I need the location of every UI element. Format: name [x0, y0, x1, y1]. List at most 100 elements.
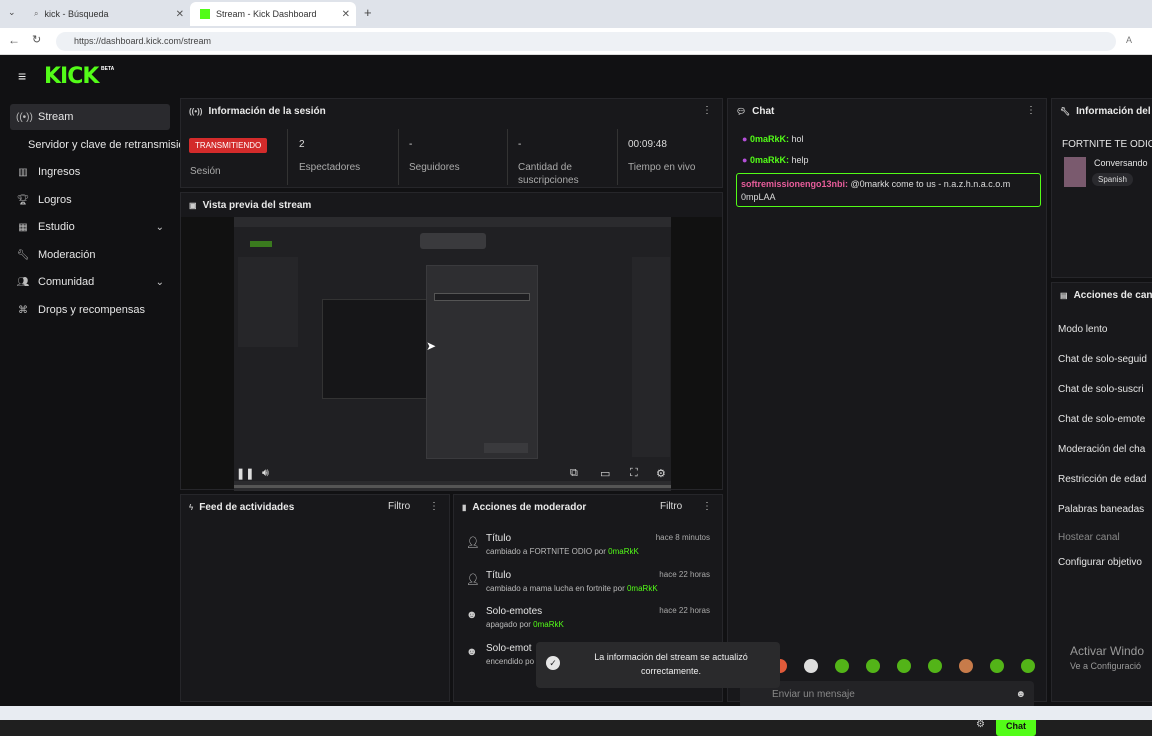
- chat-input-placeholder: Enviar un mensaje: [772, 689, 855, 700]
- more-options-icon[interactable]: ⋮: [429, 501, 439, 512]
- channel-action-item[interactable]: Chat de solo-emote: [1058, 414, 1145, 425]
- divider: [507, 129, 508, 185]
- panel-header: ((•)) Información de la sesión: [181, 99, 722, 123]
- chat-username[interactable]: softremissionengo13nbi:: [741, 179, 848, 189]
- translate-icon[interactable]: A: [1126, 35, 1132, 45]
- sidebar-item-logros[interactable]: 🏆︎ Logros: [10, 187, 170, 213]
- pause-icon[interactable]: ❚❚: [236, 467, 254, 480]
- emote-icon[interactable]: [1021, 659, 1035, 673]
- panel-header: 💬︎ Chat: [728, 99, 1046, 123]
- channel-action-item[interactable]: Chat de solo-seguid: [1058, 354, 1147, 365]
- channel-action-item[interactable]: Chat de solo-suscri: [1058, 384, 1144, 395]
- language-tag: Spanish: [1092, 173, 1133, 186]
- broadcast-icon: ((•)): [189, 106, 203, 116]
- mod-action-time: hace 22 horas: [659, 570, 710, 579]
- sidebar-item-label: Stream: [38, 111, 74, 123]
- kick-logo[interactable]: KICK: [44, 64, 99, 89]
- video-cursor-icon: ➤: [426, 339, 437, 353]
- sidebar-item-moderacion[interactable]: 🔧︎ Moderación: [10, 242, 170, 268]
- pip-icon[interactable]: ⧉: [570, 467, 578, 480]
- layout-icon: ▦: [18, 221, 28, 233]
- emote-icon[interactable]: [866, 659, 880, 673]
- chat-username[interactable]: 0maRkK:: [750, 134, 789, 144]
- chat-settings-icon[interactable]: ⚙: [976, 719, 985, 730]
- fullscreen-icon[interactable]: ⛶: [630, 467, 638, 480]
- more-options-icon[interactable]: ⋮: [702, 501, 712, 512]
- highlighted-chat-message: softremissionengo13nbi: @0markk come to …: [736, 173, 1041, 207]
- url-field[interactable]: https://dashboard.kick.com/stream: [56, 32, 1116, 51]
- beta-label: BETA: [101, 66, 115, 72]
- panel-title: Acciones de cana: [1073, 289, 1152, 301]
- emote-icon[interactable]: [835, 659, 849, 673]
- tab-list-chevron-icon[interactable]: ⌄: [8, 7, 16, 18]
- channel-action-item[interactable]: Modo lento: [1058, 324, 1107, 335]
- emote-icon[interactable]: [928, 659, 942, 673]
- stream-preview-panel: ▣ Vista previa del stream ➤ ❚❚ 🔊︎ ⧉ ▭ ⛶ …: [180, 192, 723, 491]
- chat-message: ● 0maRkK: hol: [742, 134, 804, 144]
- mod-action-desc: cambiado a mama lucha en fortnite por 0m…: [486, 584, 658, 593]
- channel-action-item[interactable]: Moderación del cha: [1058, 444, 1145, 455]
- sidebar-item-drops[interactable]: ⌘ Drops y recompensas: [10, 297, 170, 323]
- emote-icon[interactable]: [990, 659, 1004, 673]
- stream-info-panel: 🔧︎ Información del s FORTNITE TE ODIO Co…: [1051, 98, 1152, 278]
- browser-tab-search[interactable]: ⌕ kick - Búsqueda ✕: [24, 2, 190, 26]
- chat-username[interactable]: 0maRkK:: [750, 155, 789, 165]
- windows-taskbar: [0, 706, 1152, 720]
- chat-message: ● 0maRkK: help: [742, 155, 809, 165]
- menu-icon[interactable]: ≡: [18, 68, 26, 84]
- channel-action-item[interactable]: Restricción de edad: [1058, 474, 1146, 485]
- emoji-picker-icon[interactable]: ☻: [1015, 681, 1026, 709]
- video-kick-logo: [250, 241, 272, 247]
- sidebar-item-comunidad[interactable]: 👥︎ Comunidad ⌄: [10, 269, 170, 295]
- more-options-icon[interactable]: ⋮: [1026, 105, 1036, 116]
- user-cog-icon: 👤︎: [466, 574, 480, 586]
- chat-panel: 💬︎ Chat ⋮ ● 0maRkK: hol ● 0maRkK: help s…: [727, 98, 1047, 736]
- channel-action-item[interactable]: Palabras baneadas: [1058, 504, 1144, 515]
- video-player[interactable]: ➤ ❚❚ 🔊︎ ⧉ ▭ ⛶ ⚙: [234, 217, 671, 491]
- stream-title: FORTNITE TE ODIO: [1062, 139, 1152, 150]
- tab-label: kick - Búsqueda: [44, 9, 109, 19]
- divider: [617, 129, 618, 185]
- mod-action-item: 👤︎ Título hace 22 horas cambiado a mama …: [462, 570, 712, 604]
- kick-dashboard: ≡ KICK BETA ((•)) Stream Servidor y clav…: [0, 55, 1152, 736]
- chat-text: help: [791, 155, 809, 165]
- camera-icon: ▣: [189, 200, 197, 210]
- sidebar-item-stream-key[interactable]: Servidor y clave de retransmisión: [22, 132, 182, 158]
- filter-button[interactable]: Filtro: [660, 501, 682, 512]
- sidebar-item-estudio[interactable]: ▦ Estudio ⌄: [10, 214, 170, 240]
- activity-feed-panel: ϟ Feed de actividades Filtro ⋮: [180, 494, 450, 702]
- emote-icon[interactable]: [959, 659, 973, 673]
- channel-action-item[interactable]: Configurar objetivo: [1058, 557, 1142, 568]
- video-dialog-button: [484, 443, 528, 453]
- windows-watermark-line1: Activar Windo: [1070, 644, 1145, 658]
- settings-icon[interactable]: ⚙: [656, 467, 666, 480]
- panel-header: ▣ Vista previa del stream: [181, 193, 722, 217]
- filter-button[interactable]: Filtro: [388, 501, 410, 512]
- reload-icon[interactable]: ↻: [32, 33, 41, 46]
- new-tab-button[interactable]: +: [364, 5, 372, 20]
- more-options-icon[interactable]: ⋮: [702, 105, 712, 116]
- close-tab-icon[interactable]: ✕: [176, 9, 184, 20]
- sidebar-item-ingresos[interactable]: ▥ Ingresos: [10, 159, 170, 185]
- channel-action-item[interactable]: Hostear canal: [1058, 532, 1120, 543]
- sidebar-item-stream[interactable]: ((•)) Stream: [10, 104, 170, 130]
- theater-icon[interactable]: ▭: [600, 467, 610, 480]
- panel-title: Chat: [752, 105, 775, 117]
- toast-message: La información del stream se actualizó c…: [594, 652, 748, 676]
- user-cog-icon: 👤︎: [466, 537, 480, 549]
- back-icon[interactable]: ←: [8, 33, 20, 47]
- divider: [398, 129, 399, 185]
- trophy-icon: 🏆︎: [16, 194, 30, 206]
- browser-tab-dashboard[interactable]: Stream - Kick Dashboard ✕: [190, 2, 356, 26]
- emote-icon[interactable]: [897, 659, 911, 673]
- emote-icon[interactable]: [804, 659, 818, 673]
- chat-text: hol: [791, 134, 804, 144]
- sidebar-item-label: Logros: [38, 194, 72, 206]
- volume-icon[interactable]: 🔊︎: [262, 467, 269, 480]
- subs-value: -: [518, 139, 522, 150]
- mod-action-title: Título: [486, 533, 512, 544]
- close-tab-icon[interactable]: ✕: [342, 9, 350, 20]
- windows-watermark-line2: Ve a Configuració: [1070, 661, 1142, 671]
- chat-input[interactable]: Enviar un mensaje ☻: [740, 681, 1034, 709]
- sidebar: ((•)) Stream Servidor y clave de retrans…: [0, 97, 182, 697]
